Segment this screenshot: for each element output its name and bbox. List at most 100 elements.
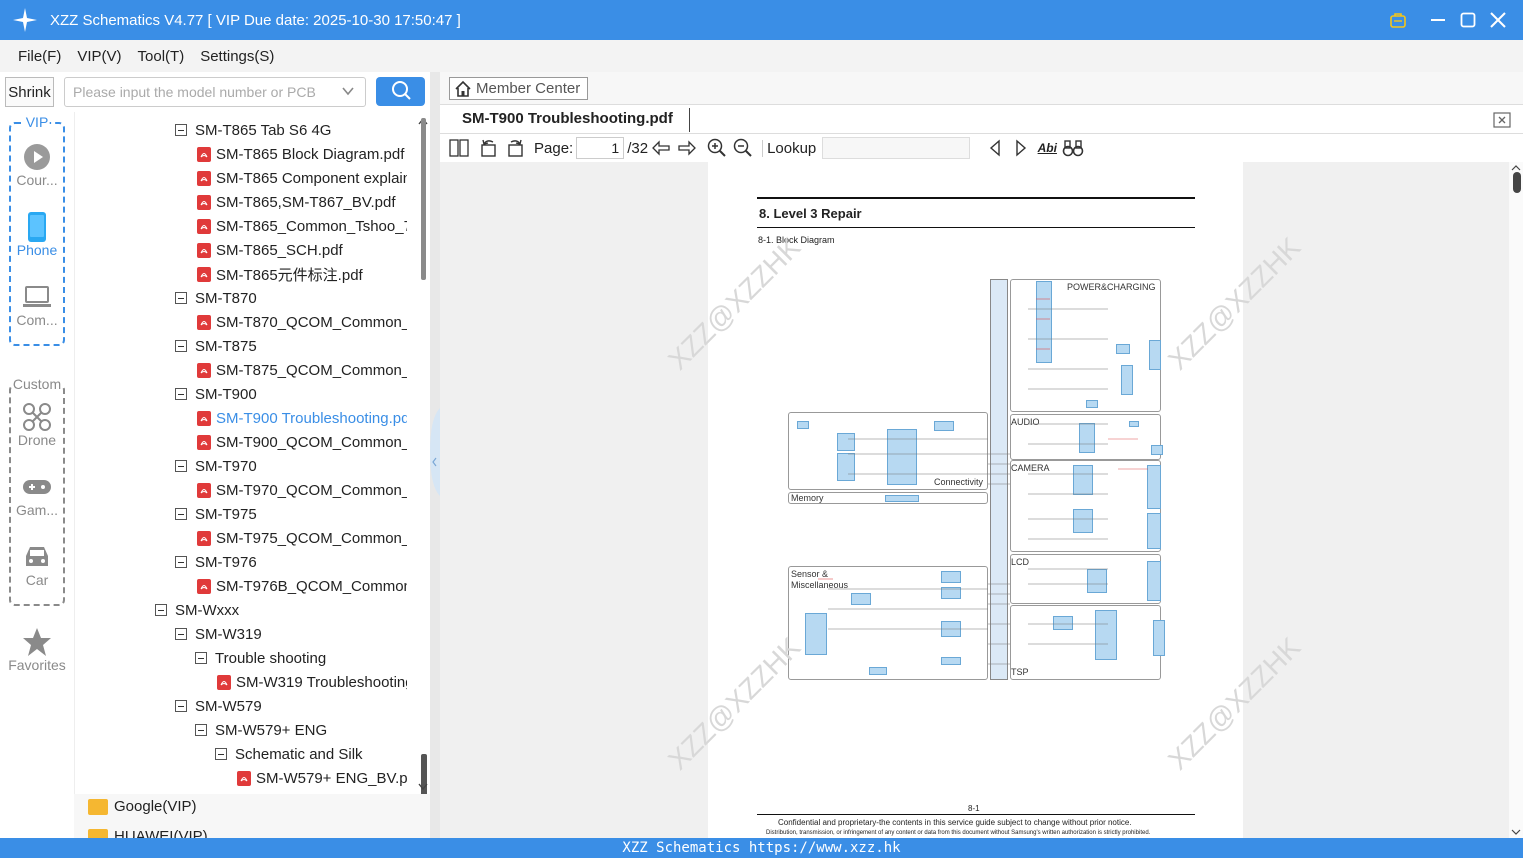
tree-file-item[interactable]: SM-T865 Component explain.pdf xyxy=(75,166,407,190)
collapse-icon[interactable] xyxy=(175,508,187,520)
model-search-input[interactable]: Please input the model number or PCB xyxy=(64,77,366,107)
model-tree[interactable]: SM-T865 Tab S6 4G SM-T865 Block Diagram.p… xyxy=(74,112,416,802)
rotate-right-icon[interactable] xyxy=(502,136,528,160)
collapse-icon[interactable] xyxy=(215,748,227,760)
tree-folder-item[interactable]: SM-T975 xyxy=(75,502,407,526)
tree-item-label: SM-Wxxx xyxy=(175,601,240,619)
menu-tool[interactable]: Tool(T) xyxy=(130,48,193,65)
tree-folder-item[interactable]: SM-T970 xyxy=(75,454,407,478)
sidebar-item-phone[interactable]: Phone xyxy=(0,212,74,258)
tree-file-item[interactable]: SM-T875_QCOM_Common_Serv xyxy=(75,358,407,382)
folder-label: Google(VIP) xyxy=(114,798,197,815)
search-button[interactable] xyxy=(376,77,425,106)
find-previous-icon[interactable] xyxy=(982,136,1008,160)
shrink-button[interactable]: Shrink xyxy=(5,77,54,107)
sidebar-item-favorites[interactable]: Favorites xyxy=(0,627,74,673)
viewer-toolbar: Page: 1 /32 Lookup Abi xyxy=(440,134,1523,162)
sidebar-item-drone[interactable]: Drone xyxy=(0,402,74,448)
tree-file-item[interactable]: SM-T870_QCOM_Common_Serv xyxy=(75,310,407,334)
collapse-icon[interactable] xyxy=(175,340,187,352)
tree-file-item[interactable]: SM-T900 Troubleshooting.pdf xyxy=(75,406,407,430)
tree-file-item[interactable]: SM-T976B_QCOM_Common_Se xyxy=(75,574,407,598)
collapse-icon[interactable] xyxy=(175,556,187,568)
tree-folder-item[interactable]: Trouble shooting xyxy=(75,646,407,670)
match-case-button[interactable]: Abi xyxy=(1034,136,1060,160)
tree-folder-item[interactable]: SM-W579 xyxy=(75,694,407,718)
two-page-view-icon[interactable] xyxy=(446,136,472,160)
maximize-button[interactable] xyxy=(1453,5,1483,35)
member-center-label: Member Center xyxy=(476,80,581,97)
member-center-button[interactable]: Member Center xyxy=(449,77,588,100)
tree-file-item[interactable]: SM-T865 Block Diagram.pdf xyxy=(75,142,407,166)
folder-google[interactable]: Google(VIP) xyxy=(88,798,197,815)
pdf-file-icon xyxy=(197,314,211,330)
minimize-button[interactable] xyxy=(1423,5,1453,35)
tree-folder-item[interactable]: SM-T976 xyxy=(75,550,407,574)
zoom-out-icon[interactable] xyxy=(730,136,756,160)
menu-vip[interactable]: VIP(V) xyxy=(69,48,129,65)
tree-folder-item[interactable]: SM-T900 xyxy=(75,382,407,406)
page-number-input[interactable]: 1 xyxy=(576,137,625,159)
pdf-file-icon xyxy=(197,482,211,498)
tree-folder-item[interactable]: SM-Wxxx xyxy=(75,598,407,622)
collapse-icon[interactable] xyxy=(175,388,187,400)
close-button[interactable] xyxy=(1483,5,1513,35)
menu-file[interactable]: File(F) xyxy=(10,48,69,65)
tree-folder-item[interactable]: SM-T875 xyxy=(75,334,407,358)
sidebar-item-car[interactable]: Car xyxy=(0,542,74,588)
tree-file-item[interactable]: SM-T865_SCH.pdf xyxy=(75,238,407,262)
tree-file-item[interactable]: SM-T865元件标注.pdf xyxy=(75,262,407,286)
collapse-icon[interactable] xyxy=(175,292,187,304)
find-next-icon[interactable] xyxy=(1008,136,1034,160)
collapse-icon[interactable] xyxy=(155,604,167,616)
viewer-scrollbar[interactable] xyxy=(1509,162,1523,838)
page-total: /32 xyxy=(627,139,649,157)
tree-file-item[interactable]: SM-T900_QCOM_Common_Serv xyxy=(75,430,407,454)
window-title: XZZ Schematics V4.77 [ VIP Due date: 202… xyxy=(50,11,461,29)
tree-file-item[interactable]: SM-W579+ ENG_BV.pdf xyxy=(75,766,407,790)
collapse-icon[interactable] xyxy=(175,124,187,136)
vip-bag-icon[interactable] xyxy=(1383,5,1413,35)
tree-folder-item[interactable]: Schematic and Silk xyxy=(75,742,407,766)
tree-item-label: SM-T865 Tab S6 4G xyxy=(195,121,332,139)
tree-item-label: SM-T900 Troubleshooting.pdf xyxy=(216,409,407,427)
collapse-icon[interactable] xyxy=(175,628,187,640)
tree-file-item[interactable]: SM-T865_Common_Tshoo_7.pdf xyxy=(75,214,407,238)
tree-item-label: SM-T975_QCOM_Common_Serv xyxy=(216,529,407,547)
tree-item-label: SM-W319 Troubleshooting_1 xyxy=(236,673,407,691)
tree-folder-item[interactable]: SM-T870 xyxy=(75,286,407,310)
tree-file-item[interactable]: SM-T975_QCOM_Common_Serv xyxy=(75,526,407,550)
collapse-icon[interactable] xyxy=(195,724,207,736)
close-tab-icon[interactable] xyxy=(1493,112,1511,131)
pdf-viewer[interactable]: 8. Level 3 Repair 8-1. Block Diagram POW… xyxy=(440,162,1523,838)
tree-folder-item[interactable]: SM-W579+ ENG xyxy=(75,718,407,742)
home-icon xyxy=(454,80,472,98)
tree-scrollbar[interactable] xyxy=(416,112,430,804)
tree-file-item[interactable]: SM-W319 Troubleshooting_1 xyxy=(75,670,407,694)
rotate-left-icon[interactable] xyxy=(476,136,502,160)
sidebar-item-computer[interactable]: Com... xyxy=(0,282,74,328)
collapse-icon[interactable] xyxy=(175,700,187,712)
next-page-icon[interactable] xyxy=(674,136,700,160)
pdf-file-icon xyxy=(197,218,211,234)
tree-folder-item[interactable]: SM-W319 xyxy=(75,622,407,646)
collapse-icon[interactable] xyxy=(175,460,187,472)
chevron-down-icon[interactable] xyxy=(341,84,355,101)
sidebar-item-games[interactable]: Gam... xyxy=(0,472,74,518)
menu-settings[interactable]: Settings(S) xyxy=(192,48,282,65)
collapse-icon[interactable] xyxy=(195,652,207,664)
heading-rule xyxy=(757,197,1195,199)
tree-folder-item[interactable]: SM-T865 Tab S6 4G xyxy=(75,118,407,142)
zoom-in-icon[interactable] xyxy=(704,136,730,160)
search-icon xyxy=(391,80,411,103)
previous-page-icon[interactable] xyxy=(648,136,674,160)
sidebar-item-courses[interactable]: Cour... xyxy=(0,142,74,188)
tree-file-item[interactable]: SM-T865,SM-T867_BV.pdf xyxy=(75,190,407,214)
lookup-input[interactable] xyxy=(822,137,971,159)
binoculars-icon[interactable] xyxy=(1060,136,1086,160)
tree-item-label: SM-T870 xyxy=(195,289,257,307)
pdf-file-icon xyxy=(197,530,211,546)
tree-file-item[interactable]: SM-T970_QCOM_Common_Serv xyxy=(75,478,407,502)
pane-splitter[interactable] xyxy=(430,72,440,838)
tab-document[interactable]: SM-T900 Troubleshooting.pdf xyxy=(462,110,673,127)
